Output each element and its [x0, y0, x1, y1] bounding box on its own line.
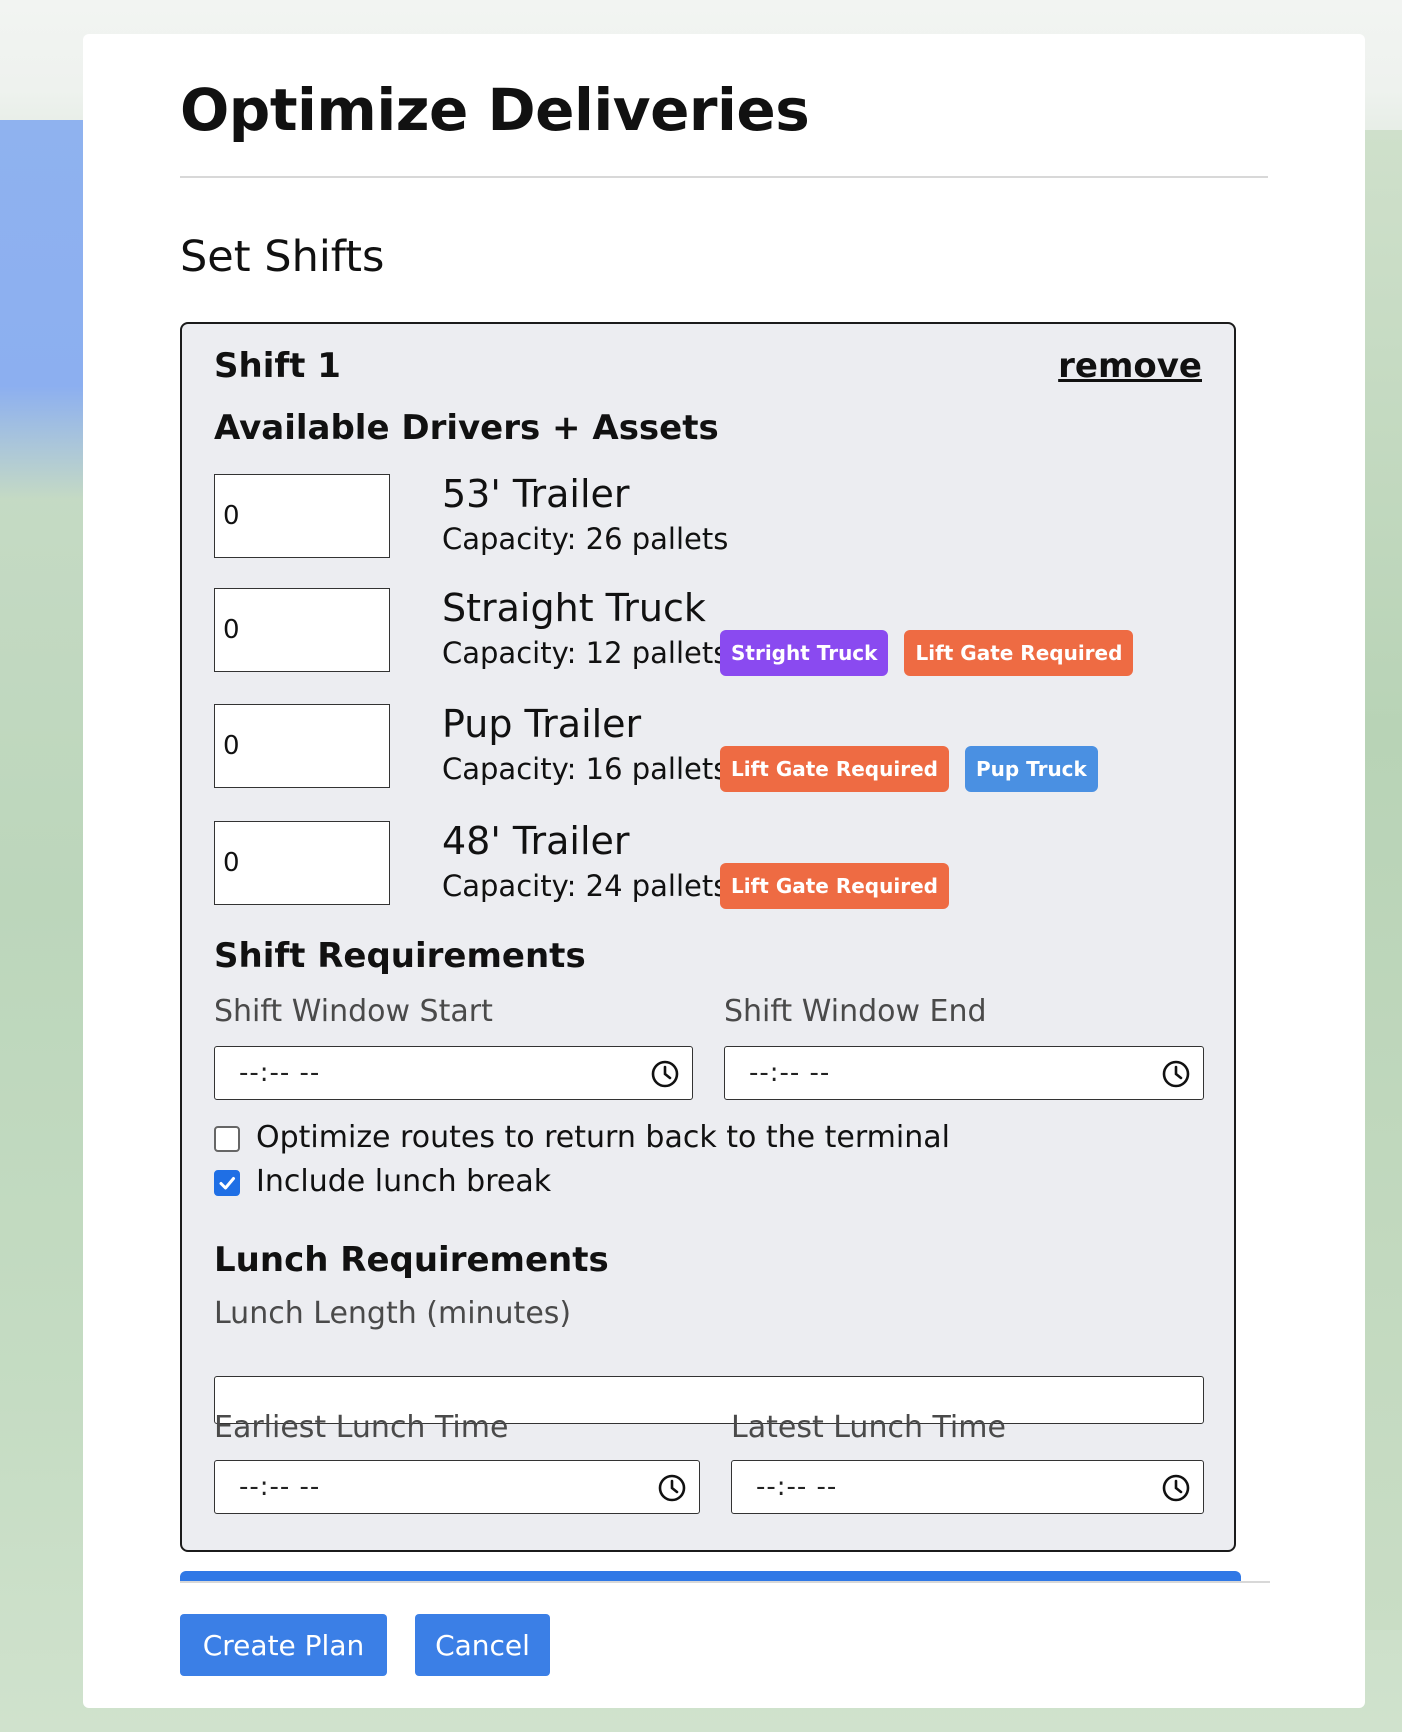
time-value: --:-- -- — [239, 1058, 321, 1088]
tag-badge: Lift Gate Required — [720, 863, 949, 909]
asset-tags: Lift Gate Required Pup Truck — [720, 746, 1098, 792]
asset-capacity: Capacity: 26 pallets — [442, 522, 729, 556]
include-lunch-checkbox[interactable] — [214, 1170, 240, 1196]
footer-divider — [180, 1581, 1270, 1583]
asset-tags: Lift Gate Required — [720, 863, 949, 909]
time-value: --:-- -- — [756, 1472, 838, 1502]
earliest-lunch-input[interactable]: --:-- -- — [214, 1460, 700, 1514]
asset-row-48-trailer: 48' Trailer Capacity: 24 pallets Lift Ga… — [214, 819, 1204, 909]
lunch-length-label: Lunch Length (minutes) — [214, 1296, 572, 1331]
clock-icon[interactable] — [1161, 1059, 1191, 1089]
background-map-right — [1362, 130, 1402, 1630]
shift-window-end-input[interactable]: --:-- -- — [724, 1046, 1204, 1100]
asset-count-input[interactable] — [214, 474, 390, 558]
tag-badge: Lift Gate Required — [720, 746, 949, 792]
asset-row-53-trailer: 53' Trailer Capacity: 26 pallets — [214, 472, 1204, 560]
asset-count-input[interactable] — [214, 704, 390, 788]
asset-name: 53' Trailer — [442, 472, 630, 516]
lunch-requirements-heading: Lunch Requirements — [214, 1240, 609, 1280]
earliest-lunch-label: Earliest Lunch Time — [214, 1410, 509, 1445]
checkmark-icon — [219, 1177, 235, 1190]
time-value: --:-- -- — [749, 1058, 831, 1088]
section-title: Set Shifts — [180, 232, 385, 282]
return-to-terminal-checkbox[interactable] — [214, 1126, 240, 1152]
latest-lunch-input[interactable]: --:-- -- — [731, 1460, 1204, 1514]
create-plan-button[interactable]: Create Plan — [180, 1614, 387, 1676]
asset-name: 48' Trailer — [442, 819, 630, 863]
cancel-button[interactable]: Cancel — [415, 1614, 550, 1676]
page-title: Optimize Deliveries — [180, 76, 810, 144]
shift-card: Shift 1 remove Available Drivers + Asset… — [180, 322, 1236, 1552]
asset-capacity: Capacity: 12 pallets — [442, 636, 729, 670]
shift-name: Shift 1 — [214, 346, 341, 386]
tag-badge: Lift Gate Required — [904, 630, 1134, 676]
remove-shift-link[interactable]: remove — [1058, 346, 1202, 386]
asset-name: Straight Truck — [442, 586, 706, 630]
asset-capacity: Capacity: 16 pallets — [442, 752, 729, 786]
assets-heading: Available Drivers + Assets — [214, 408, 719, 448]
asset-row-straight-truck: Straight Truck Capacity: 12 pallets Stri… — [214, 586, 1204, 676]
time-value: --:-- -- — [239, 1472, 321, 1502]
clock-icon[interactable] — [657, 1473, 687, 1503]
asset-count-input[interactable] — [214, 588, 390, 672]
tag-badge: Stright Truck — [720, 630, 889, 676]
asset-name: Pup Trailer — [442, 702, 642, 746]
asset-count-input[interactable] — [214, 821, 390, 905]
shift-requirements-heading: Shift Requirements — [214, 936, 586, 976]
clock-icon[interactable] — [650, 1059, 680, 1089]
title-divider — [180, 176, 1268, 178]
shift-window-start-label: Shift Window Start — [214, 994, 493, 1029]
background-map-blue — [0, 120, 90, 500]
include-lunch-label: Include lunch break — [256, 1164, 552, 1199]
asset-tags: Stright Truck Lift Gate Required — [720, 630, 1134, 676]
return-to-terminal-label: Optimize routes to return back to the te… — [256, 1120, 950, 1155]
optimize-deliveries-modal: Optimize Deliveries Set Shifts Shift 1 r… — [83, 34, 1365, 1708]
asset-capacity: Capacity: 24 pallets — [442, 869, 729, 903]
clock-icon[interactable] — [1161, 1473, 1191, 1503]
shift-window-start-input[interactable]: --:-- -- — [214, 1046, 693, 1100]
shift-window-end-label: Shift Window End — [724, 994, 987, 1029]
asset-row-pup-trailer: Pup Trailer Capacity: 16 pallets Lift Ga… — [214, 702, 1204, 792]
tag-badge: Pup Truck — [964, 746, 1098, 792]
latest-lunch-label: Latest Lunch Time — [731, 1410, 1006, 1445]
